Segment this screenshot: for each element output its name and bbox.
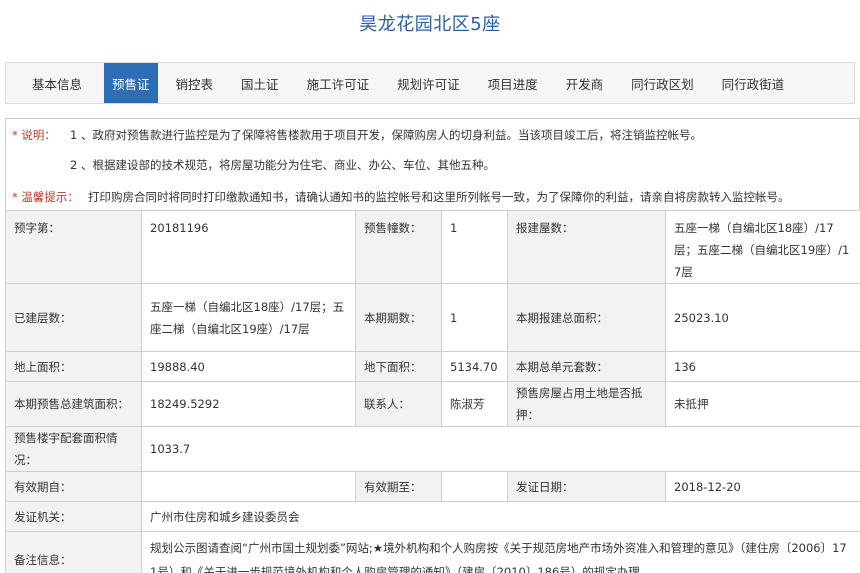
tab-same-district[interactable]: 同行政区划 [617, 63, 708, 103]
mortgage-label: 预售房屋占用土地是否抵押： [507, 381, 666, 427]
table-row: 备注信息： 规划公示图请查阅“广州市国土规划委”网站;★境外机构和个人购房按《关… [5, 531, 860, 573]
table-row: 地上面积： 19888.40 地下面积： 5134.70 本期总单元套数： 13… [5, 351, 860, 382]
tab-developer[interactable]: 开发商 [552, 63, 618, 103]
tab-land-certificate[interactable]: 国土证 [227, 63, 293, 103]
period-value: 1 [441, 283, 508, 352]
issue-date-value: 2018-12-20 [665, 471, 860, 502]
table-row: 已建层数： 五座一梯（自编北区18座）/17层；五座二梯（自编北区19座）/17… [5, 283, 860, 352]
above-area-value: 19888.40 [141, 351, 356, 382]
presale-no-value: 20181196 [141, 210, 356, 284]
page-title: 昊龙花园北区5座 [359, 14, 501, 35]
table-row: 预字第： 20181196 预售幢数： 1 报建屋数： 五座一梯（自编北区18座… [5, 210, 860, 284]
support-area-value: 1033.7 [141, 426, 860, 472]
mortgage-value: 未抵押 [665, 381, 860, 427]
period-label: 本期期数： [355, 283, 442, 352]
tab-planning-permit[interactable]: 规划许可证 [383, 63, 474, 103]
issue-date-label: 发证日期： [507, 471, 666, 502]
notice-panel: * 说明： 1 、政府对预售款进行监控是为了保障将售楼款用于项目开发，保障购房人… [5, 118, 860, 210]
tab-same-street[interactable]: 同行政街道 [708, 63, 799, 103]
tip-label: 温馨提示： [21, 190, 79, 204]
reported-floors-value: 五座一梯（自编北区18座）/17层；五座二梯（自编北区19座）/17层 [665, 210, 860, 284]
contact-label: 联系人： [355, 381, 442, 427]
table-row: 有效期自： 有效期至： 发证日期： 2018-12-20 [5, 471, 860, 502]
above-area-label: 地上面积： [5, 351, 142, 382]
presale-area-label: 本期预售总建筑面积： [5, 381, 142, 427]
table-row: 本期预售总建筑面积： 18249.5292 联系人： 陈淑芳 预售房屋占用土地是… [5, 381, 860, 427]
explain-item-1: 1 、政府对预售款进行监控是为了保障将售楼款用于项目开发，保障购房人的切身利益。… [70, 128, 702, 142]
contact-value: 陈淑芳 [441, 381, 508, 427]
built-floors-value: 五座一梯（自编北区18座）/17层；五座二梯（自编北区19座）/17层 [141, 283, 356, 352]
issuer-label: 发证机关： [5, 501, 142, 532]
tab-sales-control[interactable]: 销控表 [158, 63, 228, 103]
table-row: 发证机关： 广州市住房和城乡建设委员会 [5, 501, 860, 532]
presale-no-label: 预字第： [5, 210, 142, 284]
tip-text: 打印购房合同时将同时打印缴款通知书，请确认通知书的监控帐号和这里所列帐号一致，为… [88, 190, 790, 204]
table-row: 预售楼宇配套面积情况： 1033.7 [5, 426, 860, 472]
issuer-value: 广州市住房和城乡建设委员会 [141, 501, 860, 532]
under-area-label: 地下面积： [355, 351, 442, 382]
valid-from-label: 有效期自： [5, 471, 142, 502]
tab-presale-permit[interactable]: 预售证 [104, 63, 158, 103]
explain-label: 说明： [21, 128, 56, 142]
explain-star: * [12, 128, 22, 142]
tip-star: * [12, 190, 22, 204]
remark-value: 规划公示图请查阅“广州市国土规划委”网站;★境外机构和个人购房按《关于规范房地产… [141, 531, 860, 573]
tab-bar: 基本信息 预售证 销控表 国土证 施工许可证 规划许可证 项目进度 开发商 同行… [5, 62, 855, 104]
valid-to-value [441, 471, 508, 502]
built-floors-label: 已建层数： [5, 283, 142, 352]
support-area-label: 预售楼宇配套面积情况： [5, 426, 142, 472]
under-area-value: 5134.70 [441, 351, 508, 382]
units-value: 136 [665, 351, 860, 382]
presale-buildings-label: 预售幢数： [355, 210, 442, 284]
valid-from-value [141, 471, 356, 502]
remark-label: 备注信息： [5, 531, 142, 573]
valid-to-label: 有效期至： [355, 471, 442, 502]
tab-project-progress[interactable]: 项目进度 [474, 63, 552, 103]
explain-item-2: 2 、根据建设部的技术规范，将房屋功能分为住宅、商业、办公、车位、其他五种。 [70, 158, 495, 172]
presale-area-value: 18249.5292 [141, 381, 356, 427]
units-label: 本期总单元套数： [507, 351, 666, 382]
permit-info-table: 预字第： 20181196 预售幢数： 1 报建屋数： 五座一梯（自编北区18座… [5, 210, 860, 573]
period-area-label: 本期报建总面积： [507, 283, 666, 352]
tab-basic-info[interactable]: 基本信息 [6, 63, 104, 103]
presale-buildings-value: 1 [441, 210, 508, 284]
period-area-value: 25023.10 [665, 283, 860, 352]
tab-construction-permit[interactable]: 施工许可证 [293, 63, 384, 103]
reported-floors-label: 报建屋数： [507, 210, 666, 284]
